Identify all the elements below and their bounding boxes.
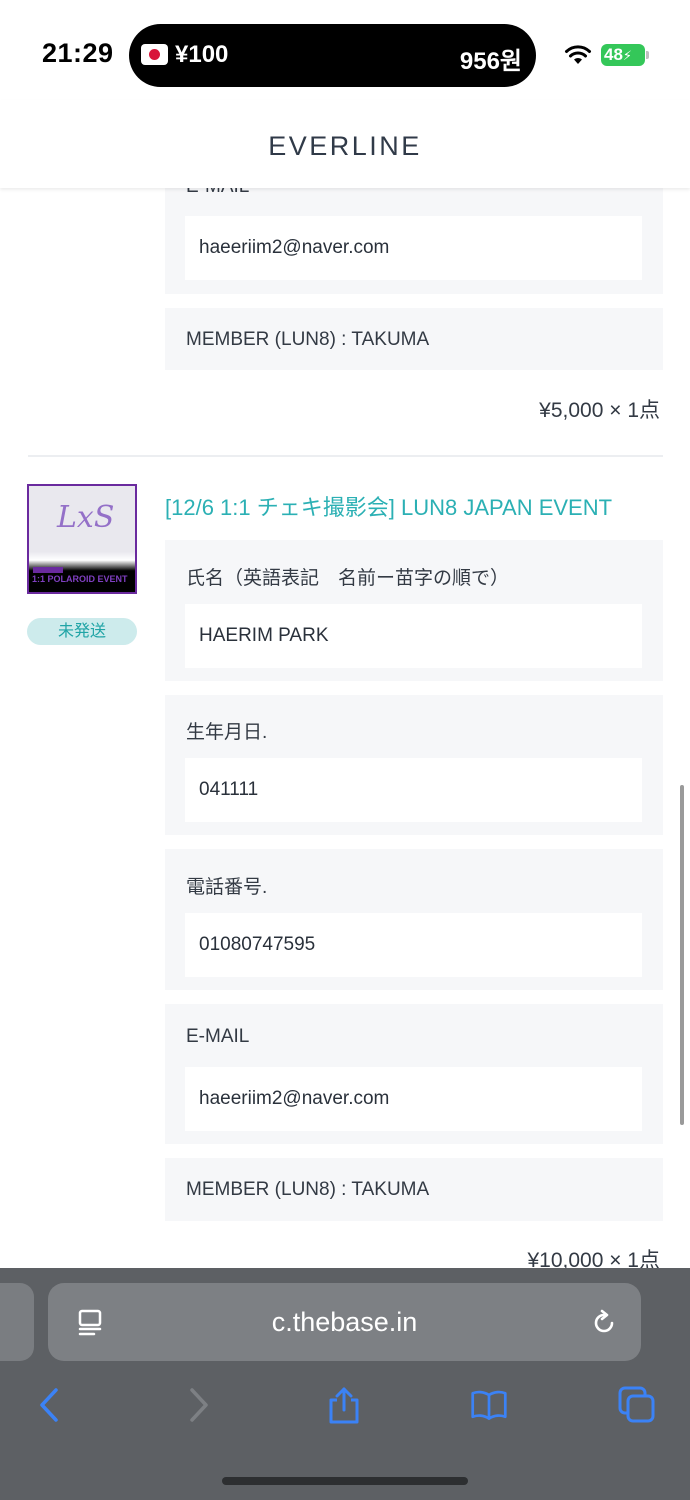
product-thumbnail[interactable]: LxS 1:1 POLAROID EVENT — [27, 484, 137, 594]
email-value: haeeriim2@naver.com — [199, 237, 390, 258]
member-card: MEMBER (LUN8) : TAKUMA — [165, 308, 663, 370]
site-header: EVERLINE — [0, 100, 690, 188]
name-label: 氏名（英語表記 名前ー苗字の順で） — [186, 568, 510, 589]
home-indicator[interactable] — [222, 1477, 468, 1485]
item-divider — [28, 455, 663, 457]
site-title[interactable]: EVERLINE — [0, 131, 690, 162]
reload-icon[interactable] — [589, 1308, 619, 1338]
email-value-box-2: haeeriim2@naver.com — [185, 1067, 642, 1131]
share-icon[interactable] — [325, 1386, 363, 1424]
browser-toolbar: c.thebase.in — [0, 1268, 690, 1500]
url-text[interactable]: c.thebase.in — [48, 1307, 641, 1338]
address-bar[interactable]: c.thebase.in — [48, 1283, 641, 1361]
bookmarks-icon[interactable] — [470, 1386, 508, 1424]
order-details: E-MAIL haeeriim2@naver.com MEMBER (LUN8)… — [0, 188, 690, 1268]
email-label-2: E-MAIL — [186, 1026, 250, 1047]
currency-yen-amount: ¥100 — [175, 41, 229, 68]
thumbnail-tag — [33, 567, 63, 573]
name-value-box: HAERIM PARK — [185, 604, 642, 668]
item-price: ¥5,000 × 1点 — [539, 399, 660, 422]
currency-won-amount: 956원 — [459, 48, 522, 75]
phone-value-box: 01080747595 — [185, 913, 642, 977]
birth-card: 生年月日. 041111 — [165, 695, 663, 835]
status-bar: 21:29 ¥100 956원 48⚡ — [0, 0, 690, 100]
name-card: 氏名（英語表記 名前ー苗字の順で） HAERIM PARK — [165, 540, 663, 681]
birth-label: 生年月日. — [186, 722, 268, 743]
email-label: E-MAIL — [186, 188, 249, 198]
back-icon[interactable] — [30, 1386, 68, 1424]
lun8-logo: LxS — [57, 500, 115, 535]
status-badge: 未発送 — [27, 618, 137, 645]
thumbnail-caption: 1:1 POLAROID EVENT — [32, 574, 128, 584]
status-time: 21:29 — [42, 38, 114, 68]
wifi-icon — [565, 45, 591, 64]
email-value-box: haeeriim2@naver.com — [185, 216, 642, 280]
phone-label: 電話番号. — [186, 877, 268, 898]
scroll-indicator[interactable] — [680, 785, 684, 1125]
email-card-2: E-MAIL haeeriim2@naver.com — [165, 1004, 663, 1144]
phone-card: 電話番号. 01080747595 — [165, 849, 663, 990]
member-card-2: MEMBER (LUN8) : TAKUMA — [165, 1158, 663, 1221]
phone-value: 01080747595 — [199, 934, 316, 955]
name-value: HAERIM PARK — [199, 625, 329, 646]
previous-tab-peek[interactable] — [0, 1283, 34, 1361]
birth-value: 041111 — [199, 779, 259, 800]
tabs-icon[interactable] — [618, 1386, 656, 1424]
battery-icon: 48⚡ — [601, 44, 649, 66]
forward-icon[interactable] — [180, 1386, 218, 1424]
item-price-2: ¥10,000 × 1点 — [527, 1249, 660, 1268]
dynamic-island: ¥100 956원 — [129, 24, 536, 87]
japan-flag-icon — [141, 44, 168, 65]
product-title-link[interactable]: [12/6 1:1 チェキ撮影会] LUN8 JAPAN EVENT — [165, 490, 612, 522]
email-card: E-MAIL haeeriim2@naver.com — [165, 188, 663, 294]
member-value-2: MEMBER (LUN8) : TAKUMA — [186, 1179, 430, 1200]
member-value: MEMBER (LUN8) : TAKUMA — [186, 329, 430, 350]
email-value-2: haeeriim2@naver.com — [199, 1088, 390, 1109]
birth-value-box: 041111 — [185, 758, 642, 822]
battery-level: 48 — [604, 45, 623, 64]
